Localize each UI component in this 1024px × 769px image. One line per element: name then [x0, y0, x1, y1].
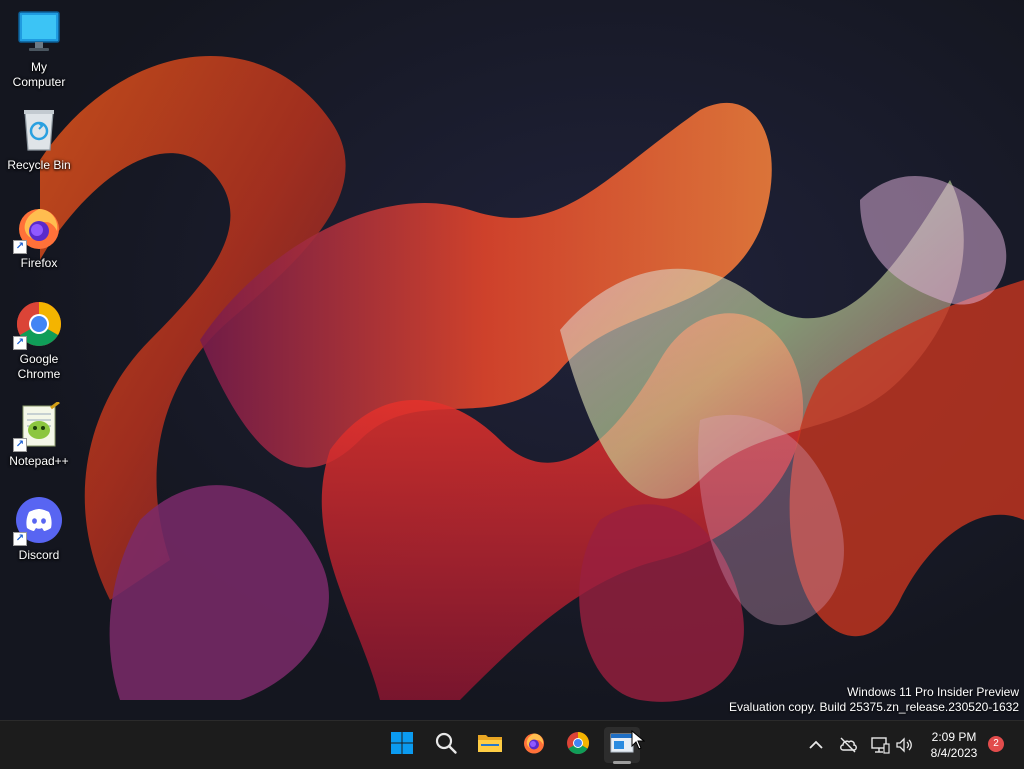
- start-button[interactable]: [384, 727, 420, 763]
- firefox-icon: ↗: [13, 204, 63, 254]
- desktop-icon-my-computer[interactable]: My Computer: [4, 8, 74, 90]
- desktop-icon-label: Discord: [18, 548, 60, 562]
- folder-icon: [477, 731, 503, 760]
- desktop-icon-google-chrome[interactable]: ↗ Google Chrome: [4, 300, 74, 382]
- taskbar: 2:09 PM 8/4/2023: [0, 720, 1024, 769]
- desktop-icon-label: Recycle Bin: [7, 158, 71, 172]
- desktop-icon-label: Firefox: [20, 256, 58, 270]
- desktop-icon-label: My Computer: [12, 60, 66, 89]
- recycle-bin-icon: [15, 106, 63, 154]
- search-button[interactable]: [428, 727, 464, 763]
- shortcut-arrow-icon: ↗: [13, 336, 27, 350]
- speaker-icon[interactable]: [894, 735, 914, 760]
- active-app-indicator: [613, 761, 631, 764]
- firefox-icon: [522, 731, 546, 760]
- shortcut-arrow-icon: ↗: [13, 240, 27, 254]
- desktop-icon-label: Google Chrome: [17, 352, 61, 381]
- windows-logo-icon: [390, 731, 414, 760]
- discord-icon: ↗: [13, 496, 63, 546]
- notification-count-badge[interactable]: 2: [988, 736, 1004, 752]
- shortcut-arrow-icon: ↗: [13, 438, 27, 452]
- file-explorer-button[interactable]: [472, 727, 508, 763]
- desktop-icon-recycle-bin[interactable]: Recycle Bin: [4, 106, 74, 173]
- shortcut-arrow-icon: ↗: [13, 532, 27, 546]
- clock-date: 8/4/2023: [930, 746, 978, 760]
- desktop-icon-notepad-plus-plus[interactable]: ↗ Notepad++: [4, 400, 74, 469]
- watermark-edition: Windows 11 Pro Insider Preview: [847, 685, 1019, 699]
- search-icon: [434, 731, 458, 760]
- system-tray: [804, 721, 914, 769]
- desktop-wallpaper: [0, 0, 1024, 720]
- network-icon[interactable]: [870, 735, 890, 760]
- clock-time: 2:09 PM: [931, 730, 977, 744]
- watermark-build: Evaluation copy. Build 25375.zn_release.…: [729, 700, 1019, 714]
- desktop-icon-discord[interactable]: ↗ Discord: [4, 496, 74, 563]
- mouse-cursor-icon: [631, 729, 646, 755]
- taskbar-chrome-button[interactable]: [560, 727, 596, 763]
- desktop-icon-firefox[interactable]: ↗ Firefox: [4, 204, 74, 271]
- taskbar-clock[interactable]: 2:09 PM 8/4/2023: [920, 729, 988, 761]
- chevron-up-icon[interactable]: [806, 735, 826, 760]
- monitor-icon: [15, 8, 63, 56]
- windows-evaluation-watermark: Windows 11 Pro Insider Preview Evaluatio…: [729, 685, 1019, 715]
- notepad-plus-plus-icon: ↗: [13, 400, 63, 452]
- cloud-off-icon[interactable]: [838, 735, 858, 760]
- desktop-icon-label: Notepad++: [9, 454, 69, 468]
- chrome-icon: ↗: [13, 300, 63, 350]
- taskbar-firefox-button[interactable]: [516, 727, 552, 763]
- chrome-icon: [566, 731, 590, 760]
